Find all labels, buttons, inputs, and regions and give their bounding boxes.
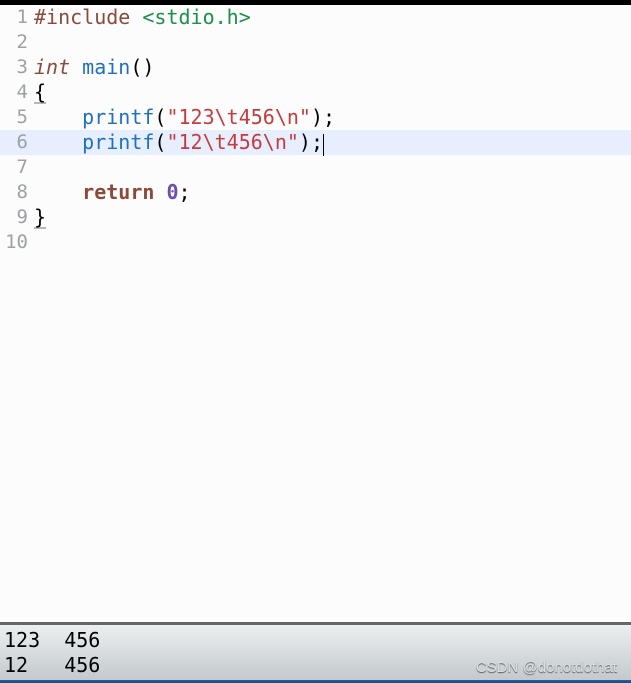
watermark: CSDN @donotdothat <box>476 659 617 676</box>
code-line[interactable]: 3int main() <box>0 55 631 80</box>
token: "123\t456\n" <box>166 105 311 129</box>
token <box>34 105 82 129</box>
line-number: 4 <box>0 80 34 105</box>
code-line[interactable]: 4{ <box>0 80 631 105</box>
code-line[interactable]: 6 printf("12\t456\n"); <box>0 130 631 155</box>
line-number: 1 <box>0 5 34 30</box>
code-line[interactable]: 10 <box>0 230 631 255</box>
token: int <box>34 55 70 79</box>
code-editor[interactable]: 1#include <stdio.h>23int main()4{5 print… <box>0 5 631 622</box>
code-line[interactable]: 2 <box>0 30 631 55</box>
output-line: 123 456 <box>4 628 627 653</box>
code-content[interactable]: int main() <box>34 55 631 80</box>
token: { <box>34 80 46 104</box>
line-number: 8 <box>0 180 34 205</box>
code-line[interactable]: 5 printf("123\t456\n"); <box>0 105 631 130</box>
text-cursor <box>323 134 324 156</box>
code-line[interactable]: 7 <box>0 155 631 180</box>
token: printf <box>82 130 154 154</box>
token <box>154 180 166 204</box>
line-number: 3 <box>0 55 34 80</box>
token: 0 <box>166 180 178 204</box>
line-number: 6 <box>0 130 34 155</box>
token: () <box>130 55 154 79</box>
token <box>34 130 82 154</box>
token <box>70 55 82 79</box>
token: ); <box>311 105 335 129</box>
code-content[interactable]: printf("123\t456\n"); <box>34 105 631 130</box>
line-number: 7 <box>0 155 34 180</box>
code-content[interactable]: return 0; <box>34 180 631 205</box>
token: <stdio.h> <box>142 5 250 29</box>
ide-window: 1#include <stdio.h>23int main()4{5 print… <box>0 0 631 683</box>
line-number: 10 <box>0 230 34 255</box>
code-line[interactable]: 1#include <stdio.h> <box>0 5 631 30</box>
code-content[interactable]: printf("12\t456\n"); <box>34 130 631 155</box>
token <box>34 180 82 204</box>
token: ( <box>154 130 166 154</box>
token: "12\t456\n" <box>166 130 298 154</box>
code-content[interactable]: { <box>34 80 631 105</box>
line-number: 5 <box>0 105 34 130</box>
token: #include <box>34 5 142 29</box>
code-content[interactable]: #include <stdio.h> <box>34 5 631 30</box>
token: printf <box>82 105 154 129</box>
token: ; <box>179 180 191 204</box>
code-line[interactable]: 9} <box>0 205 631 230</box>
token: ); <box>299 130 323 154</box>
line-number: 2 <box>0 30 34 55</box>
output-panel: 123 456 12 456 CSDN @donotdothat <box>0 625 631 680</box>
code-content[interactable]: } <box>34 205 631 230</box>
token: main <box>82 55 130 79</box>
token: ( <box>154 105 166 129</box>
token: return <box>82 180 154 204</box>
code-line[interactable]: 8 return 0; <box>0 180 631 205</box>
token: } <box>34 205 46 229</box>
line-number: 9 <box>0 205 34 230</box>
